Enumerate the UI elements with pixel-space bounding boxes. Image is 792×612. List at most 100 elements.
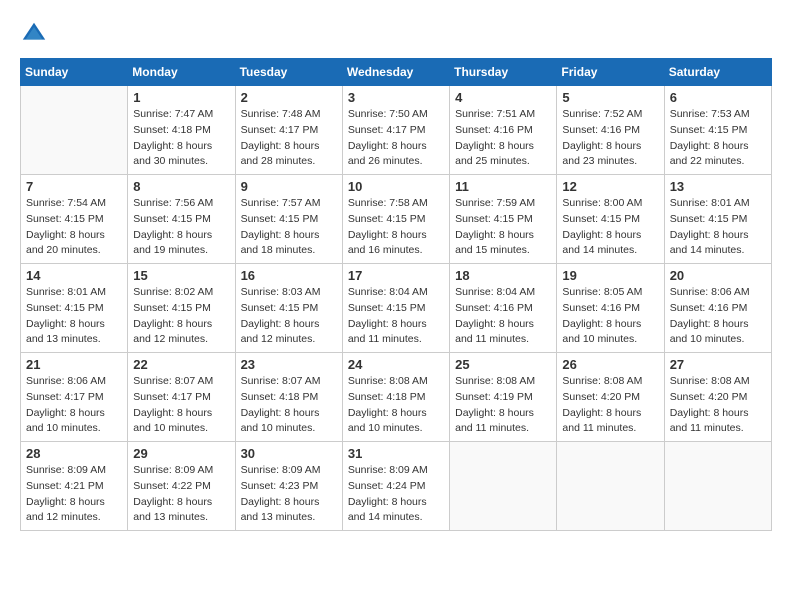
day-info: Sunrise: 7:52 AMSunset: 4:16 PMDaylight:… [562,107,658,170]
header [20,20,772,48]
calendar-cell: 13 Sunrise: 8:01 AMSunset: 4:15 PMDaylig… [664,175,771,264]
calendar-header: SundayMondayTuesdayWednesdayThursdayFrid… [21,59,772,86]
calendar-cell: 17 Sunrise: 8:04 AMSunset: 4:15 PMDaylig… [342,264,449,353]
day-info: Sunrise: 7:53 AMSunset: 4:15 PMDaylight:… [670,107,766,170]
calendar-cell: 27 Sunrise: 8:08 AMSunset: 4:20 PMDaylig… [664,353,771,442]
day-number: 21 [26,357,122,372]
day-info: Sunrise: 7:56 AMSunset: 4:15 PMDaylight:… [133,196,229,259]
calendar-table: SundayMondayTuesdayWednesdayThursdayFrid… [20,58,772,531]
day-info: Sunrise: 8:08 AMSunset: 4:20 PMDaylight:… [670,374,766,437]
calendar-body: 1 Sunrise: 7:47 AMSunset: 4:18 PMDayligh… [21,86,772,531]
day-info: Sunrise: 8:08 AMSunset: 4:18 PMDaylight:… [348,374,444,437]
calendar-cell: 25 Sunrise: 8:08 AMSunset: 4:19 PMDaylig… [450,353,557,442]
day-number: 22 [133,357,229,372]
calendar-cell: 8 Sunrise: 7:56 AMSunset: 4:15 PMDayligh… [128,175,235,264]
calendar-cell: 29 Sunrise: 8:09 AMSunset: 4:22 PMDaylig… [128,442,235,531]
day-info: Sunrise: 7:59 AMSunset: 4:15 PMDaylight:… [455,196,551,259]
day-info: Sunrise: 8:05 AMSunset: 4:16 PMDaylight:… [562,285,658,348]
calendar-cell: 26 Sunrise: 8:08 AMSunset: 4:20 PMDaylig… [557,353,664,442]
calendar-cell: 15 Sunrise: 8:02 AMSunset: 4:15 PMDaylig… [128,264,235,353]
calendar-week-row: 14 Sunrise: 8:01 AMSunset: 4:15 PMDaylig… [21,264,772,353]
header-day: Friday [557,59,664,86]
header-day: Wednesday [342,59,449,86]
day-number: 1 [133,90,229,105]
day-info: Sunrise: 8:02 AMSunset: 4:15 PMDaylight:… [133,285,229,348]
calendar-cell [664,442,771,531]
calendar-cell: 5 Sunrise: 7:52 AMSunset: 4:16 PMDayligh… [557,86,664,175]
calendar-week-row: 1 Sunrise: 7:47 AMSunset: 4:18 PMDayligh… [21,86,772,175]
day-info: Sunrise: 8:01 AMSunset: 4:15 PMDaylight:… [670,196,766,259]
day-number: 4 [455,90,551,105]
day-number: 2 [241,90,337,105]
calendar-cell: 28 Sunrise: 8:09 AMSunset: 4:21 PMDaylig… [21,442,128,531]
day-info: Sunrise: 7:57 AMSunset: 4:15 PMDaylight:… [241,196,337,259]
header-day: Saturday [664,59,771,86]
calendar-cell: 3 Sunrise: 7:50 AMSunset: 4:17 PMDayligh… [342,86,449,175]
calendar-cell: 4 Sunrise: 7:51 AMSunset: 4:16 PMDayligh… [450,86,557,175]
calendar-cell: 2 Sunrise: 7:48 AMSunset: 4:17 PMDayligh… [235,86,342,175]
day-number: 17 [348,268,444,283]
day-info: Sunrise: 8:09 AMSunset: 4:23 PMDaylight:… [241,463,337,526]
day-info: Sunrise: 8:07 AMSunset: 4:18 PMDaylight:… [241,374,337,437]
calendar-cell: 11 Sunrise: 7:59 AMSunset: 4:15 PMDaylig… [450,175,557,264]
day-number: 3 [348,90,444,105]
calendar-cell: 22 Sunrise: 8:07 AMSunset: 4:17 PMDaylig… [128,353,235,442]
day-info: Sunrise: 8:08 AMSunset: 4:20 PMDaylight:… [562,374,658,437]
day-number: 31 [348,446,444,461]
day-number: 28 [26,446,122,461]
day-number: 12 [562,179,658,194]
day-number: 19 [562,268,658,283]
header-day: Thursday [450,59,557,86]
header-day: Sunday [21,59,128,86]
day-number: 8 [133,179,229,194]
day-info: Sunrise: 8:06 AMSunset: 4:16 PMDaylight:… [670,285,766,348]
calendar-cell: 9 Sunrise: 7:57 AMSunset: 4:15 PMDayligh… [235,175,342,264]
day-info: Sunrise: 8:00 AMSunset: 4:15 PMDaylight:… [562,196,658,259]
calendar-cell [557,442,664,531]
calendar-cell: 30 Sunrise: 8:09 AMSunset: 4:23 PMDaylig… [235,442,342,531]
day-number: 6 [670,90,766,105]
calendar-week-row: 28 Sunrise: 8:09 AMSunset: 4:21 PMDaylig… [21,442,772,531]
calendar-cell: 20 Sunrise: 8:06 AMSunset: 4:16 PMDaylig… [664,264,771,353]
day-number: 11 [455,179,551,194]
day-info: Sunrise: 8:03 AMSunset: 4:15 PMDaylight:… [241,285,337,348]
calendar-cell: 21 Sunrise: 8:06 AMSunset: 4:17 PMDaylig… [21,353,128,442]
calendar-cell: 24 Sunrise: 8:08 AMSunset: 4:18 PMDaylig… [342,353,449,442]
calendar-week-row: 21 Sunrise: 8:06 AMSunset: 4:17 PMDaylig… [21,353,772,442]
calendar-cell: 1 Sunrise: 7:47 AMSunset: 4:18 PMDayligh… [128,86,235,175]
day-number: 7 [26,179,122,194]
day-number: 24 [348,357,444,372]
day-info: Sunrise: 7:47 AMSunset: 4:18 PMDaylight:… [133,107,229,170]
day-info: Sunrise: 8:04 AMSunset: 4:16 PMDaylight:… [455,285,551,348]
day-number: 15 [133,268,229,283]
day-info: Sunrise: 8:08 AMSunset: 4:19 PMDaylight:… [455,374,551,437]
day-info: Sunrise: 8:07 AMSunset: 4:17 PMDaylight:… [133,374,229,437]
calendar-cell: 14 Sunrise: 8:01 AMSunset: 4:15 PMDaylig… [21,264,128,353]
calendar-cell: 23 Sunrise: 8:07 AMSunset: 4:18 PMDaylig… [235,353,342,442]
day-number: 13 [670,179,766,194]
calendar-week-row: 7 Sunrise: 7:54 AMSunset: 4:15 PMDayligh… [21,175,772,264]
calendar-cell: 19 Sunrise: 8:05 AMSunset: 4:16 PMDaylig… [557,264,664,353]
calendar-cell: 7 Sunrise: 7:54 AMSunset: 4:15 PMDayligh… [21,175,128,264]
day-info: Sunrise: 7:51 AMSunset: 4:16 PMDaylight:… [455,107,551,170]
day-info: Sunrise: 8:01 AMSunset: 4:15 PMDaylight:… [26,285,122,348]
day-number: 27 [670,357,766,372]
day-number: 5 [562,90,658,105]
calendar-cell: 10 Sunrise: 7:58 AMSunset: 4:15 PMDaylig… [342,175,449,264]
header-day: Monday [128,59,235,86]
calendar-cell: 6 Sunrise: 7:53 AMSunset: 4:15 PMDayligh… [664,86,771,175]
day-info: Sunrise: 7:54 AMSunset: 4:15 PMDaylight:… [26,196,122,259]
calendar-cell: 31 Sunrise: 8:09 AMSunset: 4:24 PMDaylig… [342,442,449,531]
day-number: 30 [241,446,337,461]
day-info: Sunrise: 8:09 AMSunset: 4:24 PMDaylight:… [348,463,444,526]
day-number: 20 [670,268,766,283]
calendar-cell: 16 Sunrise: 8:03 AMSunset: 4:15 PMDaylig… [235,264,342,353]
header-day: Tuesday [235,59,342,86]
calendar-cell: 12 Sunrise: 8:00 AMSunset: 4:15 PMDaylig… [557,175,664,264]
calendar-cell: 18 Sunrise: 8:04 AMSunset: 4:16 PMDaylig… [450,264,557,353]
day-number: 26 [562,357,658,372]
day-info: Sunrise: 7:48 AMSunset: 4:17 PMDaylight:… [241,107,337,170]
day-number: 14 [26,268,122,283]
day-number: 16 [241,268,337,283]
day-number: 25 [455,357,551,372]
